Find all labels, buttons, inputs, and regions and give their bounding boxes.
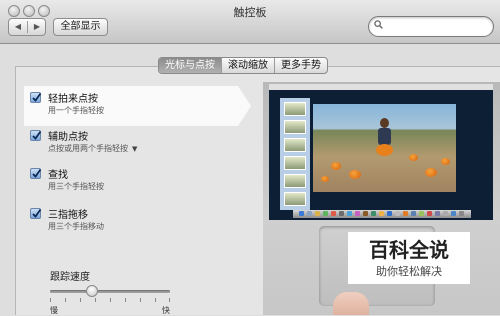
checkmark-icon	[32, 208, 42, 218]
dropdown-triangle-icon: ▼	[132, 145, 138, 153]
back-arrow-icon: ◀	[14, 22, 22, 31]
option-title: 查找	[48, 170, 68, 181]
slider-max-label: 快	[162, 306, 170, 315]
look-up-checkbox[interactable]	[30, 168, 42, 179]
preview-photo	[313, 104, 456, 192]
show-all-button[interactable]: 全部显示	[53, 18, 108, 36]
preview-girl-figure	[375, 118, 393, 158]
tracking-speed-label: 跟踪速度	[50, 272, 90, 283]
checkmark-icon	[32, 130, 42, 140]
back-button[interactable]: ◀	[9, 19, 27, 35]
preview-photo-sidebar	[280, 98, 310, 210]
checkmark-icon	[32, 92, 42, 102]
watermark: 百科全说 助你轻松解决	[348, 232, 470, 284]
preview-menubar	[269, 84, 493, 90]
option-three-finger-drag[interactable]: 三指拖移 用三个手指移动	[30, 206, 240, 236]
secondary-click-dropdown[interactable]: 点按或用两个手指轻按 ▼	[48, 143, 137, 154]
title-bar: 触控板 ◀ ▶ 全部显示	[0, 0, 500, 44]
option-look-up[interactable]: 查找 用三个手指轻按	[30, 166, 240, 196]
preview-dock	[293, 210, 471, 218]
tap-to-click-checkbox[interactable]	[30, 92, 42, 103]
option-title: 三指拖移	[48, 210, 88, 221]
search-field[interactable]	[368, 16, 494, 37]
option-subtitle: 点按或用两个手指轻按	[48, 144, 128, 153]
tab-more-gestures[interactable]: 更多手势	[274, 58, 327, 73]
checkmark-icon	[32, 168, 42, 178]
tab-bar: 光标与点按 滚动缩放 更多手势	[158, 57, 328, 74]
tracking-speed-slider-thumb[interactable]	[86, 285, 98, 297]
tab-scroll-and-zoom[interactable]: 滚动缩放	[221, 58, 274, 73]
watermark-subtitle: 助你轻松解决	[376, 265, 442, 278]
forward-button[interactable]: ▶	[28, 19, 46, 35]
back-forward-control: ◀ ▶	[8, 18, 46, 36]
option-subtitle: 用一个手指轻按	[48, 106, 104, 115]
search-icon	[374, 20, 383, 29]
option-subtitle: 用三个手指轻按	[48, 182, 104, 191]
option-subtitle: 用三个手指移动	[48, 222, 104, 231]
slider-min-label: 慢	[50, 306, 58, 315]
preview-finger	[333, 292, 369, 315]
search-input[interactable]	[387, 19, 487, 34]
tracking-speed-track[interactable]	[50, 290, 170, 293]
preview-screen	[269, 84, 493, 220]
option-title: 轻拍来点按	[48, 94, 98, 105]
option-title: 辅助点按	[48, 132, 88, 143]
three-finger-drag-checkbox[interactable]	[30, 208, 42, 219]
option-tap-to-click[interactable]: 轻拍来点按 用一个手指轻按	[30, 90, 240, 120]
secondary-click-checkbox[interactable]	[30, 130, 42, 141]
option-secondary-click[interactable]: 辅助点按 点按或用两个手指轻按 ▼	[30, 128, 240, 158]
forward-arrow-icon: ▶	[33, 22, 41, 31]
tab-point-and-click[interactable]: 光标与点按	[159, 58, 221, 73]
watermark-title: 百科全说	[369, 238, 449, 262]
slider-ticks	[50, 298, 170, 304]
